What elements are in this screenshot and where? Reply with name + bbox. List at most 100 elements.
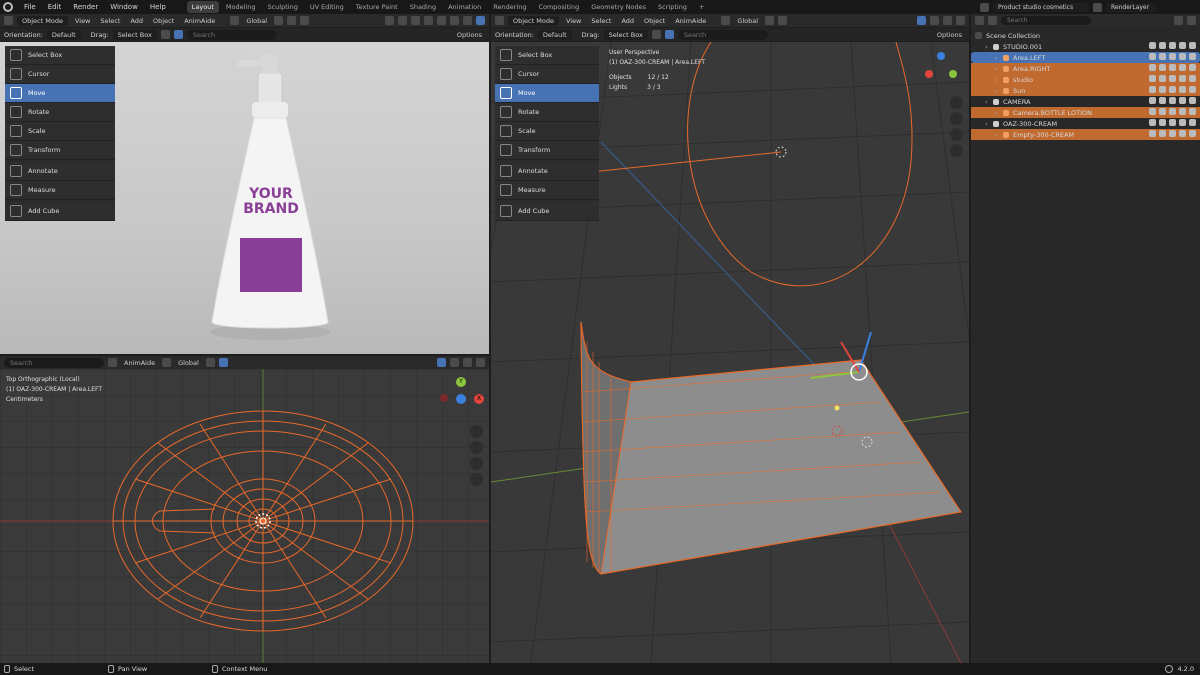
outliner-row[interactable]: › Empty-300-CREAM <box>971 129 1200 140</box>
tool-transform[interactable]: Transform <box>5 141 115 160</box>
outliner-filter-icon[interactable] <box>1174 16 1183 25</box>
snap-icon[interactable] <box>287 16 297 25</box>
outliner-row[interactable]: › Area.RIGHT <box>971 63 1200 74</box>
ortho-shading-material-icon[interactable] <box>463 358 472 367</box>
tool-select-box[interactable]: Select Box <box>5 46 115 65</box>
persp-gizmo-y[interactable] <box>949 70 957 78</box>
render-icon[interactable] <box>1189 53 1196 60</box>
camera-icon[interactable] <box>1179 108 1186 115</box>
tab-sculpting[interactable]: Sculpting <box>262 1 302 13</box>
center-tool-measure[interactable]: Measure <box>495 181 599 200</box>
eye-icon[interactable] <box>1169 86 1176 93</box>
select-icon[interactable] <box>1159 108 1166 115</box>
filter-icon[interactable] <box>173 30 183 39</box>
ortho-overlay-icon[interactable] <box>437 358 446 367</box>
render-icon[interactable] <box>1189 64 1196 71</box>
outliner-row[interactable]: › studio <box>971 74 1200 85</box>
ortho-search-input[interactable]: Search <box>4 357 104 368</box>
expand-arrow-icon[interactable]: › <box>995 76 1003 84</box>
expand-arrow-icon[interactable]: › <box>985 43 993 51</box>
scene-name-field[interactable]: Product studio cosmetics <box>993 2 1089 12</box>
eye-icon[interactable] <box>1169 108 1176 115</box>
tool-rotate[interactable]: Rotate <box>5 103 115 122</box>
center-tool-rotate[interactable]: Rotate <box>495 103 599 122</box>
select-icon[interactable] <box>1159 53 1166 60</box>
xray-icon[interactable] <box>424 16 433 25</box>
menu-render[interactable]: Render <box>68 3 103 11</box>
select-icon[interactable] <box>1159 75 1166 82</box>
outliner-scene-collection[interactable]: Scene Collection <box>971 30 1200 41</box>
editor-type-icon[interactable] <box>4 16 13 25</box>
camera-icon[interactable] <box>1179 42 1186 49</box>
checkbox-icon[interactable] <box>1149 42 1156 49</box>
ortho-orientation-icon[interactable] <box>162 358 172 367</box>
gizmo-icon[interactable] <box>398 16 407 25</box>
tab-animation[interactable]: Animation <box>443 1 486 13</box>
orientation-value-dropdown[interactable]: Default <box>46 29 81 40</box>
ortho-gizmo-z[interactable] <box>456 394 466 404</box>
ortho-gizmo-x[interactable]: X <box>474 394 484 404</box>
outliner-row[interactable]: › Camera.BOTTLE LOTION <box>971 107 1200 118</box>
tool-cursor[interactable]: Cursor <box>5 65 115 84</box>
render-icon[interactable] <box>1189 42 1196 49</box>
menu-view[interactable]: View <box>72 16 93 26</box>
menu-add[interactable]: Add <box>127 16 146 26</box>
ortho-zoom-icon[interactable] <box>470 425 483 438</box>
expand-arrow-icon[interactable]: › <box>995 65 1003 73</box>
center-snap-icon[interactable] <box>778 16 788 25</box>
eye-icon[interactable] <box>1169 42 1176 49</box>
center-menu-animaide[interactable]: AnimAide <box>672 16 709 26</box>
ortho-gizmo-y[interactable]: Y <box>456 377 466 387</box>
camera-icon[interactable] <box>1179 53 1186 60</box>
top-ortho-viewport[interactable]: Top Orthographic (Local) (1) OAZ-300-CRE… <box>0 369 489 663</box>
select-icon[interactable] <box>1159 130 1166 137</box>
persp-gizmo-z[interactable] <box>937 52 945 60</box>
checkbox-icon[interactable] <box>1149 119 1156 126</box>
center-menu-view[interactable]: View <box>563 16 584 26</box>
center-menu-object[interactable]: Object <box>641 16 668 26</box>
ortho-filter-icon[interactable] <box>108 358 117 367</box>
center-shading-wireframe-icon[interactable] <box>930 16 939 25</box>
tab-compositing[interactable]: Compositing <box>533 1 584 13</box>
checkbox-icon[interactable] <box>1149 64 1156 71</box>
shading-material-icon[interactable] <box>463 16 472 25</box>
outliner-editor-icon[interactable] <box>975 16 984 25</box>
outliner-row[interactable]: › Area.LEFT <box>971 52 1200 63</box>
outliner-row[interactable]: › Sun <box>971 85 1200 96</box>
outliner-row[interactable]: › OAZ-300-CREAM <box>971 118 1200 129</box>
menu-help[interactable]: Help <box>145 3 171 11</box>
tab-uv-editing[interactable]: UV Editing <box>305 1 349 13</box>
collection-icon[interactable] <box>160 30 170 39</box>
tab-texture-paint[interactable]: Texture Paint <box>351 1 403 13</box>
mode-dropdown[interactable]: Object Mode <box>17 15 68 26</box>
checkbox-icon[interactable] <box>1149 108 1156 115</box>
visibility-icon[interactable] <box>385 16 394 25</box>
ortho-menu-animaide[interactable]: AnimAide <box>121 358 158 368</box>
center-orientation-value-dropdown[interactable]: Default <box>537 29 572 40</box>
pivot-icon[interactable] <box>274 16 284 25</box>
ortho-camera-icon[interactable] <box>470 457 483 470</box>
center-filter-icon[interactable] <box>664 30 674 39</box>
ortho-gizmo-neg-x[interactable] <box>440 394 448 402</box>
camera-icon[interactable] <box>1179 97 1186 104</box>
expand-arrow-icon[interactable]: › <box>995 87 1003 95</box>
orientation-dropdown[interactable]: Global <box>243 16 270 26</box>
tool-move[interactable]: Move <box>5 84 115 103</box>
tab-shading[interactable]: Shading <box>405 1 441 13</box>
center-orientation-icon[interactable] <box>721 16 731 25</box>
center-mode-dropdown[interactable]: Object Mode <box>508 15 559 26</box>
menu-window[interactable]: Window <box>105 3 143 11</box>
eye-icon[interactable] <box>1169 64 1176 71</box>
select-icon[interactable] <box>1159 42 1166 49</box>
center-tool-select-box[interactable]: Select Box <box>495 46 599 65</box>
checkbox-icon[interactable] <box>1149 86 1156 93</box>
center-pivot-icon[interactable] <box>765 16 775 25</box>
center-tool-scale[interactable]: Scale <box>495 122 599 141</box>
persp-navigation-gizmo[interactable] <box>919 50 963 94</box>
scene-icon[interactable] <box>980 2 989 12</box>
render-icon[interactable] <box>1189 75 1196 82</box>
center-shading-material-icon[interactable] <box>956 16 965 25</box>
add-workspace-button[interactable]: + <box>694 1 709 13</box>
outliner-new-collection-icon[interactable] <box>1187 16 1196 25</box>
camera-icon[interactable] <box>1179 130 1186 137</box>
